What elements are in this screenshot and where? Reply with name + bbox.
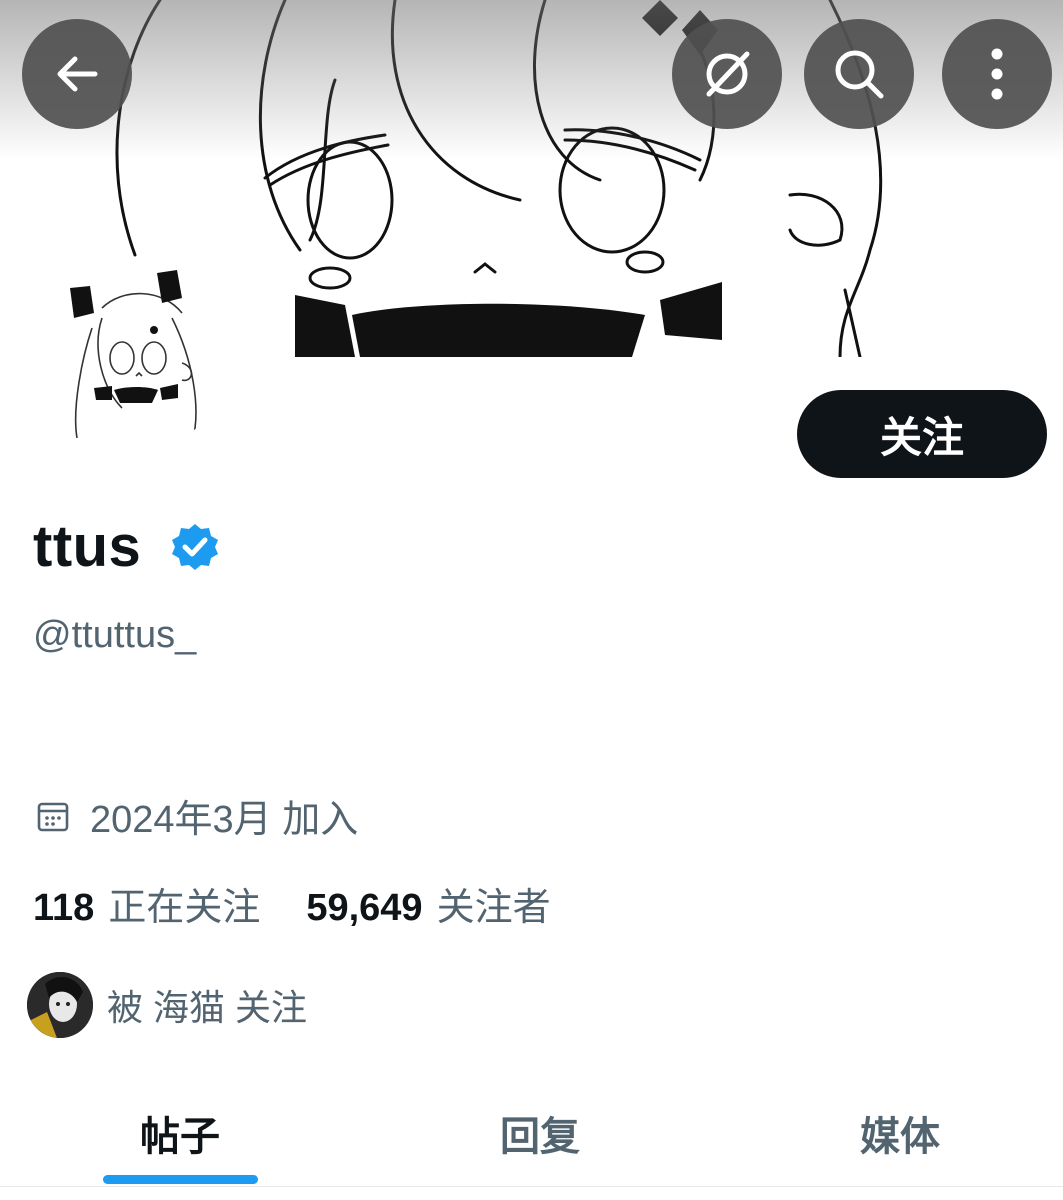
tab-posts[interactable]: 帖子 <box>80 1080 280 1186</box>
tab-media[interactable]: 媒体 <box>800 1080 1000 1186</box>
following-label: 正在关注 <box>108 887 261 929</box>
tab-replies[interactable]: 回复 <box>440 1080 640 1186</box>
grok-button[interactable] <box>672 19 782 129</box>
followers-link[interactable]: 59,649 关注者 <box>306 876 550 931</box>
followed-by-row[interactable]: 被 海猫 关注 <box>27 972 307 1038</box>
follower-avatar <box>27 972 93 1038</box>
arrow-left-icon <box>57 56 98 92</box>
followed-by-text: 被 海猫 关注 <box>107 987 308 1028</box>
more-vertical-icon <box>991 48 1003 100</box>
following-link[interactable]: 118 正在关注 <box>33 876 260 931</box>
grok-icon <box>706 51 750 97</box>
more-button[interactable] <box>942 19 1052 129</box>
verified-badge-icon <box>172 524 218 570</box>
display-name: ttus <box>33 514 142 579</box>
follow-button[interactable]: 关注 <box>797 390 1047 478</box>
profile-avatar[interactable] <box>32 258 228 454</box>
joined-date: 2024年3月 加入 <box>90 799 359 841</box>
followers-count: 59,649 <box>306 887 423 929</box>
profile-tabs: 帖子 回复 媒体 <box>0 1080 1063 1187</box>
search-icon <box>835 50 884 99</box>
calendar-icon <box>37 802 69 831</box>
following-count: 118 <box>33 887 95 929</box>
avatar-illustration <box>70 270 197 444</box>
follower-avatar-image <box>27 972 93 1038</box>
followers-label: 关注者 <box>436 887 551 929</box>
search-button[interactable] <box>804 19 914 129</box>
user-handle: @ttuttus_ <box>33 614 197 656</box>
back-button[interactable] <box>22 19 132 129</box>
joined-date-row: 2024年3月 加入 <box>36 788 358 843</box>
active-tab-indicator <box>103 1175 258 1184</box>
follow-stats: 118 正在关注 59,649 关注者 <box>33 876 551 931</box>
